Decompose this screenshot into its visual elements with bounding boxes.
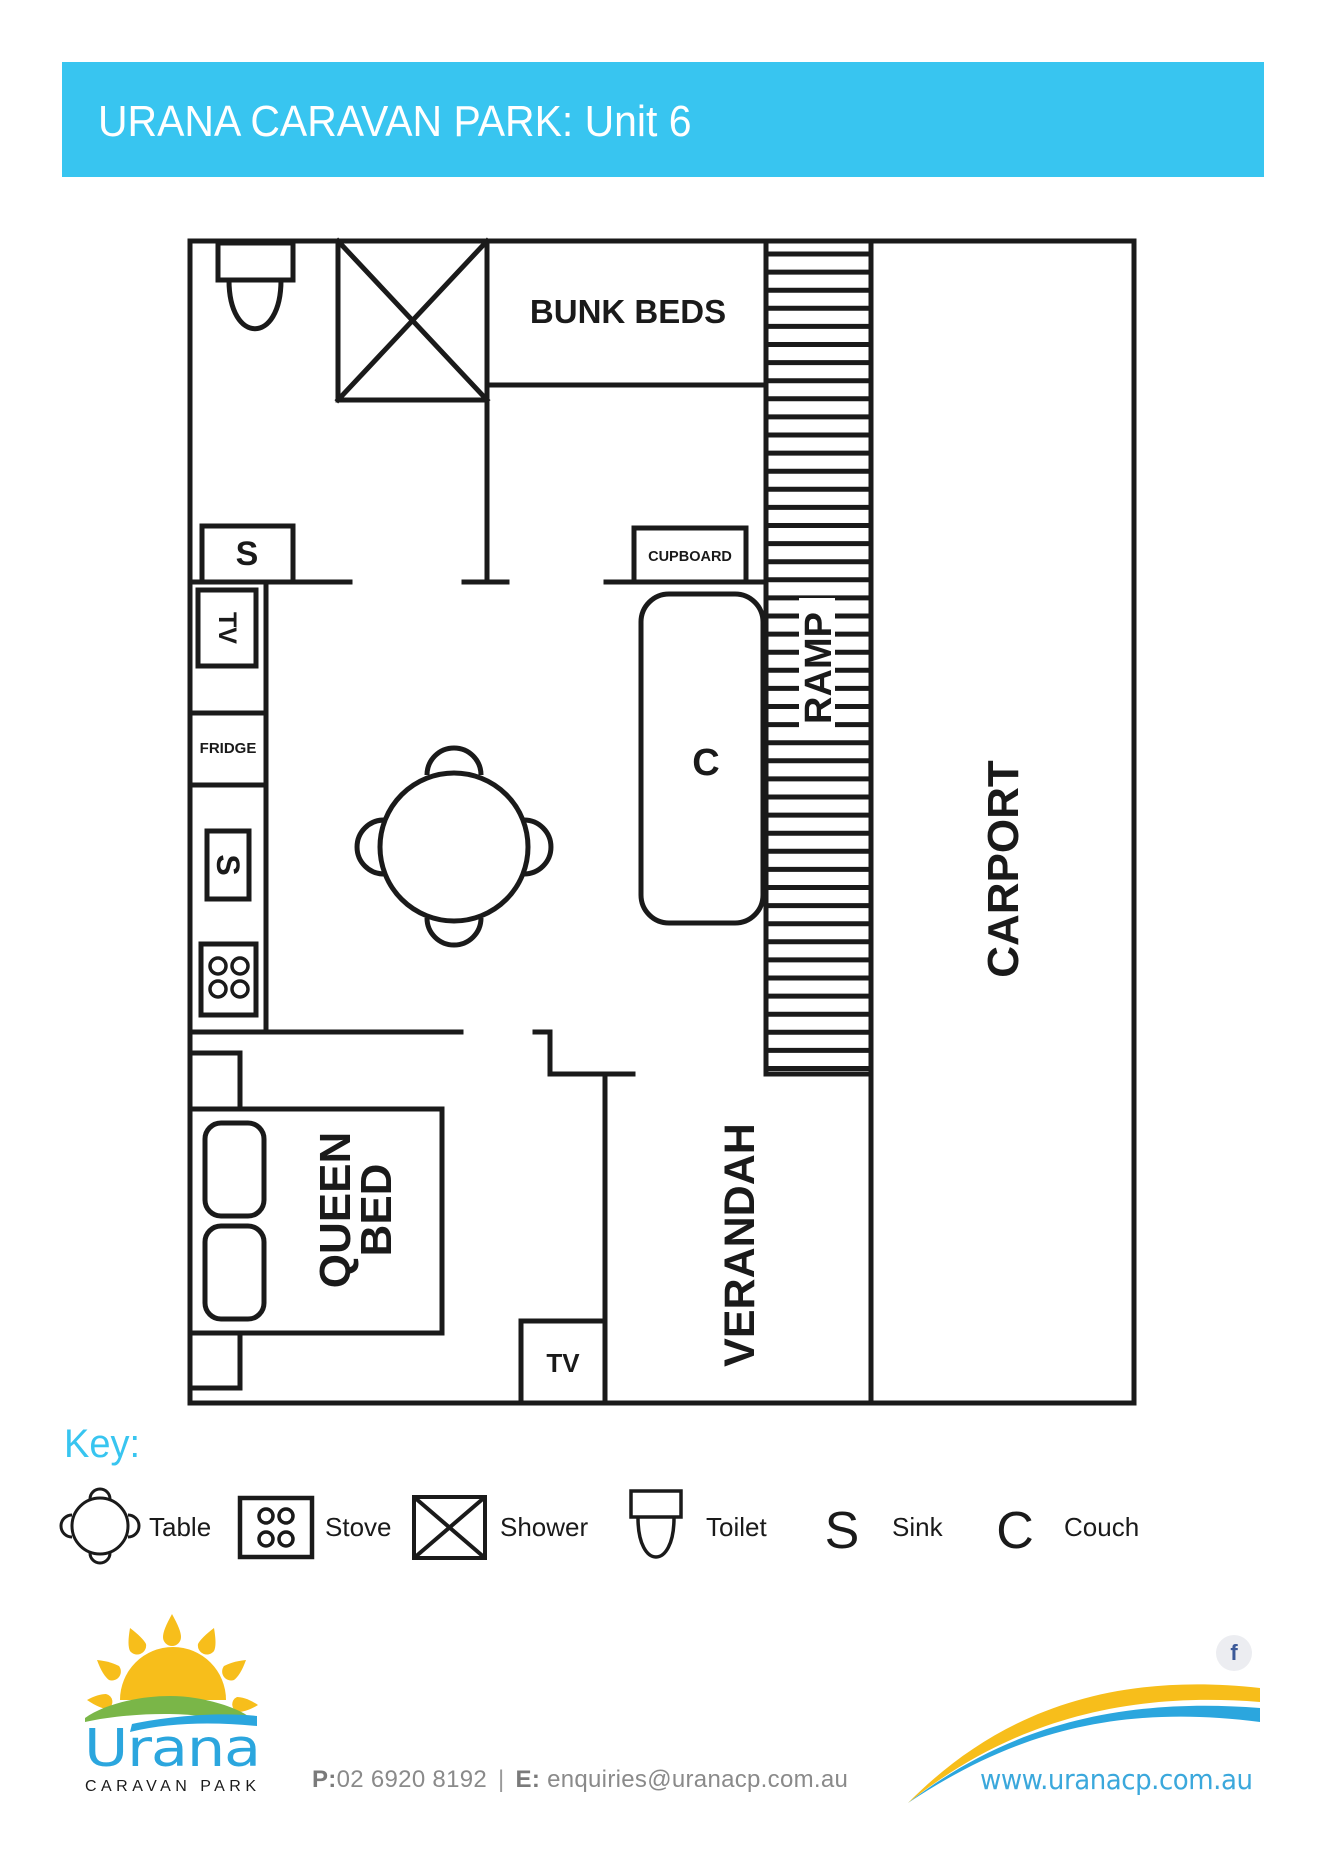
facebook-icon[interactable]: f	[1216, 1635, 1252, 1671]
stove-burners-icon	[208, 956, 250, 999]
carport-label: CARPORT	[979, 760, 1028, 978]
email-address[interactable]: enquiries@uranacp.com.au	[547, 1766, 848, 1793]
couch-icon: C	[996, 1502, 1034, 1560]
facebook-glyph: f	[1230, 1640, 1238, 1665]
toilet-fixture	[215, 240, 296, 332]
contact-separator: |	[498, 1766, 505, 1793]
phone-label: P:	[312, 1766, 337, 1793]
stove-icon	[237, 1495, 315, 1560]
website-link[interactable]: www.uranacp.com.au	[980, 1763, 1253, 1796]
bathroom-sink-label: S	[236, 535, 259, 573]
logo-subtitle: CARAVAN PARK	[85, 1778, 259, 1795]
cupboard-label: CUPBOARD	[648, 549, 732, 565]
fridge-label: FRIDGE	[200, 740, 257, 757]
key-label-couch: Couch	[1064, 1512, 1139, 1542]
key-label-stove: Stove	[325, 1512, 392, 1542]
logo-name: Urana	[84, 1719, 260, 1779]
bunk-beds-label: BUNK BEDS	[530, 293, 726, 330]
shower-icon	[412, 1495, 487, 1560]
toilet-icon	[629, 1489, 683, 1559]
key-title: Key:	[64, 1422, 141, 1466]
contact-info: P:02 6920 8192 | E: enquiries@uranacp.co…	[312, 1766, 848, 1794]
shower-fixture	[334, 237, 491, 404]
kitchen-tv-label: TV	[213, 612, 241, 644]
sun-icon	[120, 1647, 226, 1700]
pillow	[202, 1223, 267, 1322]
key-label-shower: Shower	[500, 1512, 588, 1542]
verandah-label: VERANDAH	[716, 1123, 764, 1367]
key-label-table: Table	[149, 1512, 211, 1542]
ramp-label: RAMP	[798, 612, 840, 724]
nightstand-bottom	[187, 1330, 243, 1391]
table-icon	[59, 1487, 141, 1565]
couch-label: C	[692, 742, 719, 784]
nightstand-top	[187, 1050, 243, 1112]
dining-table	[354, 745, 554, 948]
bedroom-tv-label: TV	[546, 1348, 580, 1378]
key-legend: Table Stove Shower Toilet S Sink C Couch	[59, 1487, 1139, 1565]
bed-label: BED	[352, 1164, 401, 1257]
door-jamb	[532, 1029, 636, 1077]
sink-icon: S	[825, 1502, 860, 1560]
urana-logo: Urana CARAVAN PARK	[84, 1614, 261, 1795]
key-label-sink: Sink	[892, 1512, 944, 1542]
kitchen-sink-label: S	[210, 854, 246, 875]
email-label: E:	[515, 1766, 541, 1793]
key-label-toilet: Toilet	[706, 1512, 767, 1542]
floor-plan: BUNK BEDS CUPBOARD S FRIDGE TV S C RAMP …	[59, 237, 1260, 1803]
phone-number[interactable]: 02 6920 8192	[337, 1766, 487, 1793]
pillow	[202, 1120, 267, 1219]
stove	[198, 941, 259, 1018]
